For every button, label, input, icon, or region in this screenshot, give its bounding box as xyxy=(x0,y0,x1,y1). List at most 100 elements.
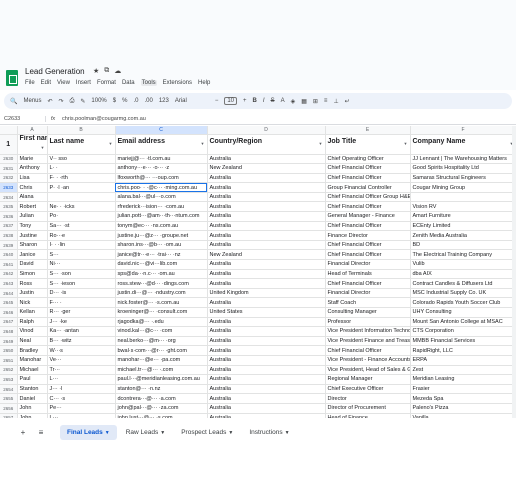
row-number[interactable]: 2656 xyxy=(0,403,18,414)
cell-f[interactable]: Vanilla xyxy=(410,413,516,418)
cell-d[interactable]: Australia xyxy=(207,326,326,337)
borders-icon[interactable]: ▦ xyxy=(301,98,307,105)
row-number[interactable]: 2648 xyxy=(0,326,18,337)
cell-a[interactable]: Ross xyxy=(17,278,48,289)
cell-b[interactable]: C··· ·s xyxy=(47,393,116,404)
cell-d[interactable]: Australia xyxy=(207,192,326,203)
cell-d[interactable]: United Kingdom xyxy=(207,288,326,299)
cell-a[interactable]: Julian xyxy=(17,211,48,222)
cell-d[interactable]: Australia xyxy=(207,393,326,404)
cell-c[interactable]: paul.l···@meridianleasing.com.au xyxy=(115,374,208,385)
row-number[interactable]: 2633 xyxy=(0,182,18,193)
cell-e[interactable]: Financial Director xyxy=(325,259,411,270)
cell-d[interactable]: Australia xyxy=(207,173,326,184)
column-title-cell[interactable]: First name▼ xyxy=(17,134,48,155)
chevron-down-icon[interactable]: ▼ xyxy=(160,430,165,436)
sheet-tab-final-leads[interactable]: Final Leads ▼ xyxy=(60,424,117,440)
cell-a[interactable]: Marie xyxy=(17,154,48,165)
cell-c[interactable]: neal.berko···@m··· ·org xyxy=(115,336,208,347)
cell-e[interactable]: Head of Finance xyxy=(325,413,411,418)
row-number[interactable]: 2638 xyxy=(0,230,18,241)
cell-f[interactable]: UHY Consulting xyxy=(410,307,516,318)
cell-b[interactable]: J··· ·l xyxy=(47,384,116,395)
row-number[interactable]: 2650 xyxy=(0,345,18,356)
cell-d[interactable]: Australia xyxy=(207,336,326,347)
filter-dropdown-icon[interactable]: ▼ xyxy=(109,138,113,150)
cell-b[interactable]: W···s xyxy=(47,345,116,356)
cell-f[interactable]: Amart Furniture xyxy=(410,211,516,222)
cell-d[interactable]: New Zealand xyxy=(207,249,326,261)
cell-d[interactable]: Australia xyxy=(207,345,326,356)
document-title[interactable]: Lead Generation xyxy=(25,67,85,76)
cell-e[interactable]: Chief Financial Officer xyxy=(325,249,411,261)
filter-dropdown-icon[interactable]: ▼ xyxy=(404,138,408,150)
cell-a[interactable]: Lisa xyxy=(17,173,48,184)
cell-e[interactable]: Chief Financial Officer xyxy=(325,278,411,289)
row-number[interactable]: 2639 xyxy=(0,240,18,251)
cell-d[interactable]: Australia xyxy=(207,230,326,241)
cell-c[interactable]: tonym@ec··· ·ns.com.au xyxy=(115,221,208,232)
column-header-f[interactable]: F xyxy=(410,126,516,135)
cell-b[interactable]: F··· · xyxy=(47,297,116,308)
cell-d[interactable]: Australia xyxy=(207,355,326,366)
cell-d[interactable]: Australia xyxy=(207,259,326,270)
cell-b[interactable] xyxy=(47,192,116,203)
font-select[interactable]: Arial xyxy=(175,98,209,104)
cell-d[interactable]: Australia xyxy=(207,269,326,280)
row-number[interactable]: 2642 xyxy=(0,269,18,280)
menu-item-format[interactable]: Format xyxy=(97,80,116,86)
cell-e[interactable]: Chief Operating Officer xyxy=(325,154,411,165)
add-sheet-icon[interactable]: + xyxy=(14,428,32,437)
cell-c[interactable]: mariejj@··· ·tl.com.au xyxy=(115,154,208,165)
cell-c[interactable]: john.lust···@··· ·s.com xyxy=(115,413,208,418)
cell-f[interactable]: Colorado Rapids Youth Soccer Club xyxy=(410,297,516,308)
cell-d[interactable]: United States xyxy=(207,307,326,318)
cell-f[interactable] xyxy=(410,192,516,203)
cell-a[interactable]: Ralph xyxy=(17,317,48,328)
cell-b[interactable]: Ni··· xyxy=(47,259,116,270)
cell-b[interactable]: Pe··· xyxy=(47,403,116,414)
all-sheets-icon[interactable]: ≡ xyxy=(32,428,50,437)
cell-f[interactable]: Samaras Structural Engineers xyxy=(410,173,516,184)
cell-e[interactable]: Head of Terminals xyxy=(325,269,411,280)
row-number[interactable]: 2643 xyxy=(0,278,18,289)
cell-f[interactable]: BD xyxy=(410,240,516,251)
menu-item-insert[interactable]: Insert xyxy=(76,80,91,86)
select-all-corner[interactable] xyxy=(0,126,18,135)
cell-d[interactable]: Australia xyxy=(207,384,326,395)
cell-b[interactable]: B··· ·witz xyxy=(47,336,116,347)
vertical-scrollbar[interactable] xyxy=(512,126,516,418)
cell-f[interactable]: The Electrical Training Company xyxy=(410,249,516,261)
italic-button[interactable]: I xyxy=(263,98,265,104)
cell-a[interactable]: Bradley xyxy=(17,345,48,356)
increase-decimal-button[interactable]: .00 xyxy=(144,98,152,104)
star-icon[interactable]: ★ xyxy=(93,67,99,75)
cell-c[interactable]: john@pal···@··· ·za.com xyxy=(115,403,208,414)
cell-e[interactable]: Professor xyxy=(325,317,411,328)
column-title-cell[interactable]: Company Name▼ xyxy=(410,134,516,155)
cell-a[interactable]: David xyxy=(17,259,48,270)
row-number[interactable]: 2646 xyxy=(0,307,18,318)
cell-a[interactable]: John xyxy=(17,403,48,414)
cell-d[interactable]: Australia xyxy=(207,297,326,308)
cell-a[interactable]: Robert xyxy=(17,201,48,213)
cell-e[interactable]: Vice President, Head of Sales & G xyxy=(325,365,411,376)
undo-icon[interactable]: ↶ xyxy=(48,98,53,105)
cell-e[interactable]: Chief Financial Officer xyxy=(325,163,411,174)
cell-c[interactable]: manohar···@e··· ·pa.com xyxy=(115,355,208,366)
column-header-b[interactable]: B xyxy=(47,126,116,135)
cell-c[interactable]: sharon.ins···@b··· ·om.au xyxy=(115,240,208,251)
cell-b[interactable]: D··· ·is xyxy=(47,288,116,299)
row-number[interactable]: 2647 xyxy=(0,317,18,328)
cloud-status-icon[interactable]: ☁ xyxy=(114,67,121,75)
cell-d[interactable]: Australia xyxy=(207,365,326,376)
row-number[interactable]: 2640 xyxy=(0,249,18,261)
filter-dropdown-icon[interactable]: ▼ xyxy=(41,142,45,154)
cell-e[interactable]: Chief Financial Officer xyxy=(325,345,411,356)
fill-color-icon[interactable]: ◈ xyxy=(291,98,296,105)
cell-c[interactable]: david.nic···@vi···lib.com xyxy=(115,259,208,270)
cell-d[interactable]: Australia xyxy=(207,240,326,251)
currency-format-button[interactable]: $ xyxy=(113,98,116,104)
cell-b[interactable]: L· · xyxy=(47,163,116,174)
cell-a[interactable]: Justine xyxy=(17,230,48,241)
